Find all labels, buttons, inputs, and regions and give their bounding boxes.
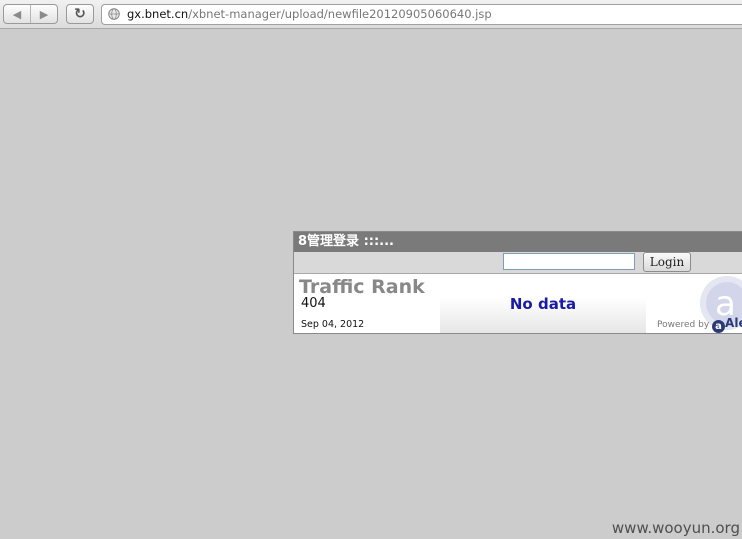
alexa-badge-icon: a	[712, 320, 726, 333]
reload-icon: ↻	[74, 6, 86, 22]
traffic-rank-value: 404	[301, 296, 326, 311]
graph-area: No data	[440, 274, 646, 333]
rank-column: Traffic Rank 404 Sep 04, 2012	[294, 274, 440, 333]
alexa-traffic-widget[interactable]: Traffic Rank 404 Sep 04, 2012 No data a …	[294, 274, 742, 333]
panel-title: 8管理登录 :::...	[294, 232, 742, 252]
forward-button[interactable]: ▶	[30, 5, 57, 23]
address-host: gx.bnet.cn	[127, 7, 189, 21]
login-password-input[interactable]	[503, 253, 635, 270]
forward-arrow-icon: ▶	[39, 7, 49, 21]
powered-by-label: Powered by	[657, 320, 710, 330]
login-button[interactable]: Login	[643, 252, 691, 272]
address-url: gx.bnet.cn/xbnet-manager/upload/newfile2…	[127, 5, 492, 24]
watermark: www.wooyun.org	[611, 519, 740, 537]
nav-buttons: ◀ ▶	[3, 4, 58, 24]
back-arrow-icon: ◀	[12, 7, 22, 21]
globe-icon	[108, 8, 120, 20]
browser-toolbar: ◀ ▶ ↻ gx.bnet.cn/xbnet-manager/upload/ne…	[0, 0, 742, 29]
powered-by: Powered by aAle	[657, 316, 742, 333]
traffic-rank-date: Sep 04, 2012	[301, 319, 365, 330]
no-data-label: No data	[509, 294, 577, 313]
login-panel: 8管理登录 :::... Login Traffic Rank 404 Sep …	[293, 231, 742, 334]
brand-name: Ale	[725, 316, 742, 330]
back-button[interactable]: ◀	[4, 5, 30, 23]
address-bar[interactable]: gx.bnet.cn/xbnet-manager/upload/newfile2…	[101, 4, 742, 25]
brand-column: a Powered by aAle	[646, 274, 742, 333]
login-form-row: Login	[294, 252, 742, 274]
reload-button[interactable]: ↻	[66, 4, 94, 24]
address-path: /xbnet-manager/upload/newfile20120905060…	[188, 7, 492, 21]
traffic-rank-title: Traffic Rank	[299, 276, 425, 298]
